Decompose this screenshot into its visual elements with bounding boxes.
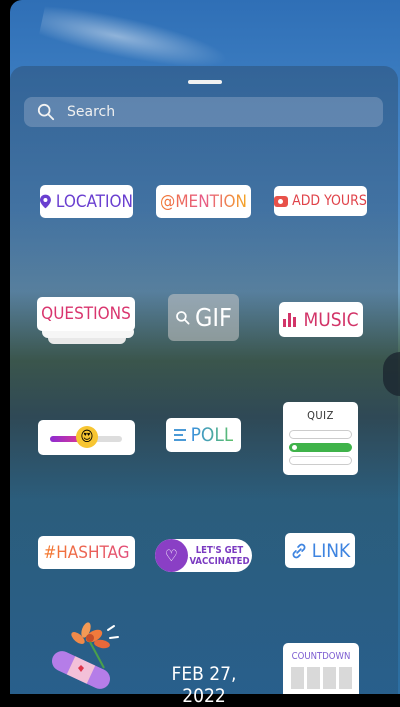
gif-sticker[interactable]: GIF [168, 294, 239, 341]
quiz-label: QUIZ [307, 409, 334, 422]
poll-lines-icon [173, 428, 186, 443]
link-icon [292, 543, 306, 558]
bandaid-icon [51, 651, 111, 689]
mention-label: @MENTION [160, 191, 247, 212]
questions-sticker[interactable]: QUESTIONS [37, 297, 135, 331]
quiz-option [289, 456, 352, 465]
camera-icon [274, 195, 289, 207]
link-label: LINK [311, 539, 351, 562]
countdown-digit-boxes [289, 667, 353, 689]
search-bar[interactable]: Search [24, 97, 383, 127]
location-sticker[interactable]: LOCATION [40, 185, 133, 218]
questions-label: QUESTIONS [41, 304, 131, 324]
search-placeholder: Search [67, 104, 116, 120]
mention-sticker[interactable]: @MENTION [156, 185, 251, 218]
add-yours-label: ADD YOURS [292, 193, 367, 209]
drag-handle[interactable] [188, 80, 222, 84]
heart-icon: ♡ [155, 539, 188, 572]
music-sticker[interactable]: MUSIC [279, 302, 363, 337]
gif-label: GIF [195, 303, 232, 332]
music-bars-icon [283, 312, 298, 327]
vaccinated-sticker[interactable]: ♡ LET'S GET VACCINATED [155, 539, 252, 572]
quiz-option [289, 430, 352, 439]
emoji-slider-sticker[interactable]: 😍 [38, 420, 135, 455]
location-pin-icon [40, 194, 51, 209]
search-icon [176, 310, 190, 324]
location-label: LOCATION [55, 191, 133, 212]
countdown-label: COUNTDOWN [291, 651, 351, 662]
quiz-option-correct [289, 443, 352, 452]
poll-sticker[interactable]: POLL [166, 418, 241, 452]
bandaid-flower-sticker[interactable] [46, 620, 136, 694]
music-label: MUSIC [303, 308, 359, 331]
quiz-sticker[interactable]: QUIZ [283, 402, 358, 475]
poll-label: POLL [190, 424, 234, 446]
hashtag-label: #HASHTAG [43, 542, 130, 563]
search-icon [37, 103, 55, 121]
side-pull-tab[interactable] [383, 352, 400, 396]
countdown-sticker[interactable]: COUNTDOWN [283, 643, 359, 694]
add-yours-sticker[interactable]: ADD YOURS [274, 186, 367, 216]
vaccinated-label: LET'S GET VACCINATED [189, 544, 250, 567]
link-sticker[interactable]: LINK [285, 533, 355, 568]
heart-eyes-emoji-icon: 😍 [76, 426, 98, 448]
hashtag-sticker[interactable]: #HASHTAG [38, 536, 135, 569]
date-sticker[interactable]: FEB 27, 2022 [153, 663, 255, 707]
sticker-tray [10, 66, 398, 694]
